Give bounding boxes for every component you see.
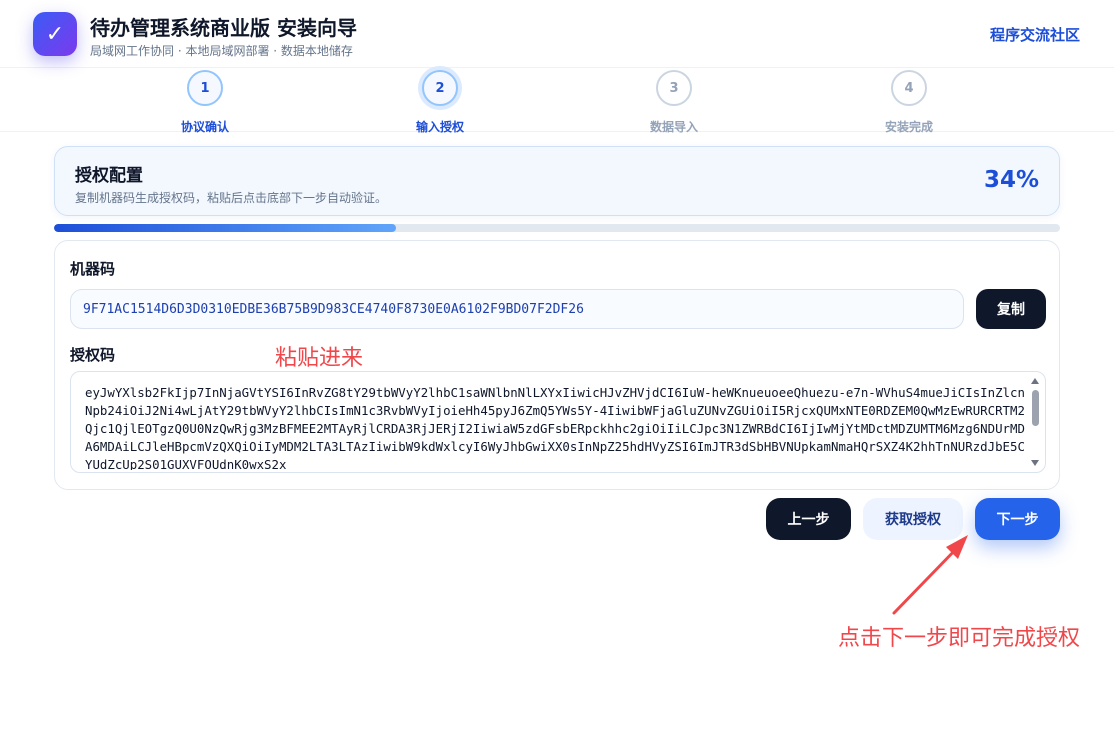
scroll-down-arrow-icon[interactable] — [1031, 460, 1039, 466]
step-number: 2 — [422, 70, 458, 106]
wizard-steps: 1 协议确认 2 输入授权 3 数据导入 4 安装完成 — [0, 68, 1114, 135]
annotation-arrow-icon — [892, 535, 968, 615]
license-code-textarea[interactable]: eyJwYXlsb2FkIjp7InNjaGVtYSI6InRvZG8tY29t… — [70, 371, 1046, 473]
community-link[interactable]: 程序交流社区 — [990, 24, 1080, 45]
progress-bar-fill — [54, 224, 397, 232]
license-code-label: 授权码 — [70, 346, 116, 364]
step-number: 1 — [187, 70, 223, 106]
license-code-text: eyJwYXlsb2FkIjp7InNjaGVtYSI6InRvZG8tY29t… — [85, 385, 1025, 470]
step-number: 4 — [891, 70, 927, 106]
textarea-scrollbar[interactable] — [1027, 372, 1045, 472]
copy-button[interactable]: 复制 — [976, 289, 1046, 329]
prev-step-button[interactable]: 上一步 — [766, 498, 851, 540]
step-label: 数据导入 — [649, 120, 698, 134]
step-label: 协议确认 — [180, 120, 229, 134]
machine-code-label: 机器码 — [70, 260, 116, 278]
progress-percent: 34% — [983, 167, 1039, 193]
progress-bar — [54, 224, 1060, 232]
header: ✓ 待办管理系统商业版 安装向导 局域网工作协同 · 本地局域网部署 · 数据本… — [0, 0, 1114, 68]
annotation-click-next: 点击下一步即可完成授权 — [838, 626, 1081, 651]
config-title: 授权配置 — [75, 166, 143, 186]
app-logo-check-icon: ✓ — [33, 12, 77, 56]
scroll-up-arrow-icon[interactable] — [1031, 378, 1039, 384]
app-title: 待办管理系统商业版 安装向导 — [90, 16, 357, 40]
app-subtitle: 局域网工作协同 · 本地局域网部署 · 数据本地储存 — [90, 44, 353, 58]
step-install-complete: 4 安装完成 — [849, 70, 969, 135]
step-label: 安装完成 — [884, 120, 933, 134]
scroll-thumb[interactable] — [1032, 390, 1039, 426]
license-config-card: 授权配置 复制机器码生成授权码，粘贴后点击底部下一步自动验证。 34% — [54, 146, 1060, 216]
config-description: 复制机器码生成授权码，粘贴后点击底部下一步自动验证。 — [75, 191, 388, 205]
step-license: 2 输入授权 — [380, 70, 500, 135]
step-data-import: 3 数据导入 — [614, 70, 734, 135]
step-agreement: 1 协议确认 — [145, 70, 265, 135]
step-number: 3 — [656, 70, 692, 106]
step-label: 输入授权 — [415, 120, 464, 134]
machine-code-field[interactable]: 9F71AC1514D6D3D0310EDBE36B75B9D983CE4740… — [70, 289, 964, 329]
annotation-paste-here: 粘贴进来 — [275, 346, 364, 371]
next-step-button[interactable]: 下一步 — [975, 498, 1060, 540]
license-form: 机器码 9F71AC1514D6D3D0310EDBE36B75B9D983CE… — [54, 240, 1060, 490]
